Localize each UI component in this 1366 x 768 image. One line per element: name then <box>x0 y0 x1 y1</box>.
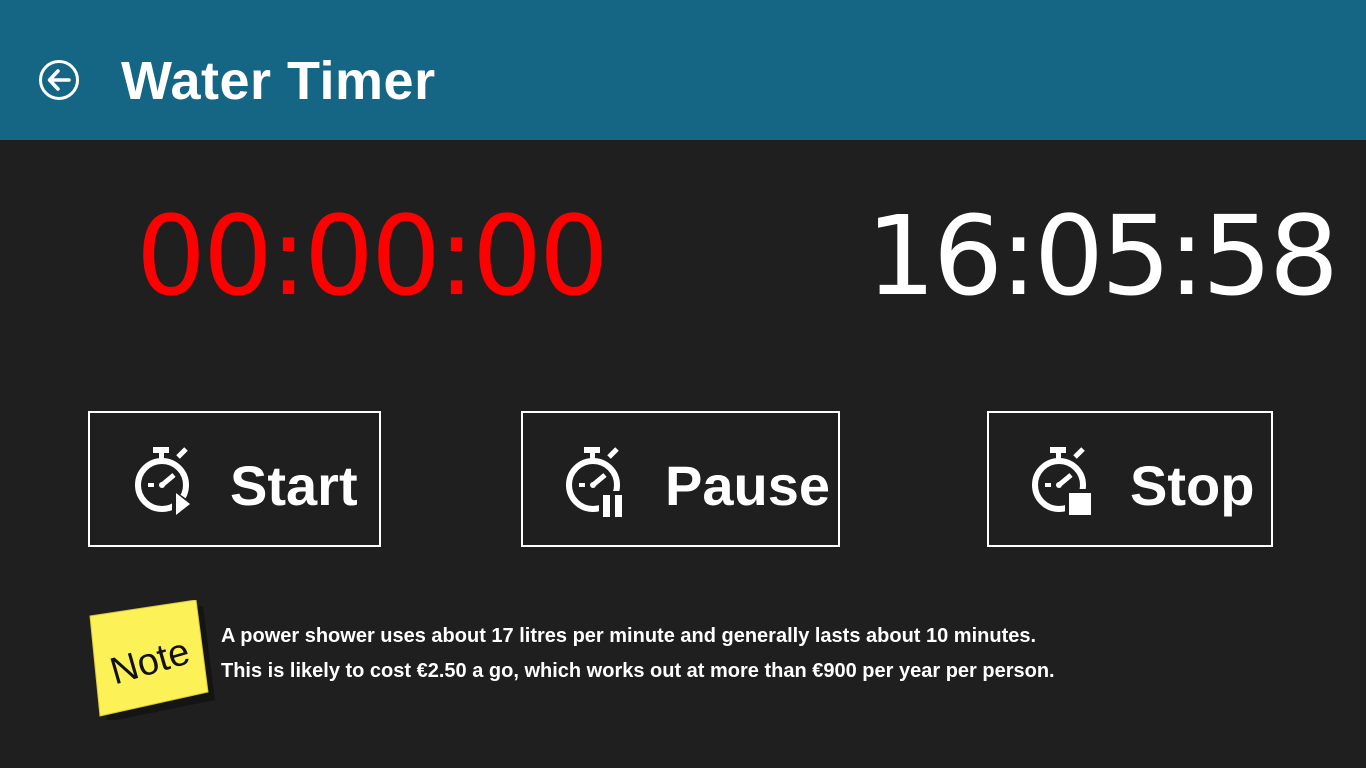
note-line-1: A power shower uses about 17 litres per … <box>221 625 1037 647</box>
stopwatch-pause-icon <box>565 441 635 521</box>
stopwatch-stop-icon <box>1031 441 1101 521</box>
current-time-clock: 16:05:58 <box>866 192 1339 320</box>
stop-button[interactable]: Stop <box>987 411 1273 547</box>
note-line-2: This is likely to cost €2.50 a go, which… <box>221 660 1055 682</box>
elapsed-timer: 00:00:00 <box>136 192 609 320</box>
stop-label: Stop <box>1130 454 1255 517</box>
pause-button[interactable]: Pause <box>521 411 840 547</box>
start-label: Start <box>230 454 358 517</box>
app-header: Water Timer <box>0 0 1366 140</box>
back-arrow-circle-icon <box>39 60 79 100</box>
pause-label: Pause <box>665 454 830 517</box>
note-text: A power shower uses about 17 litres per … <box>221 619 1055 689</box>
stopwatch-play-icon <box>134 441 204 521</box>
start-button[interactable]: Start <box>88 411 381 547</box>
page-title: Water Timer <box>121 51 436 111</box>
back-button[interactable] <box>38 59 80 101</box>
note-sticker: Note <box>88 600 216 720</box>
